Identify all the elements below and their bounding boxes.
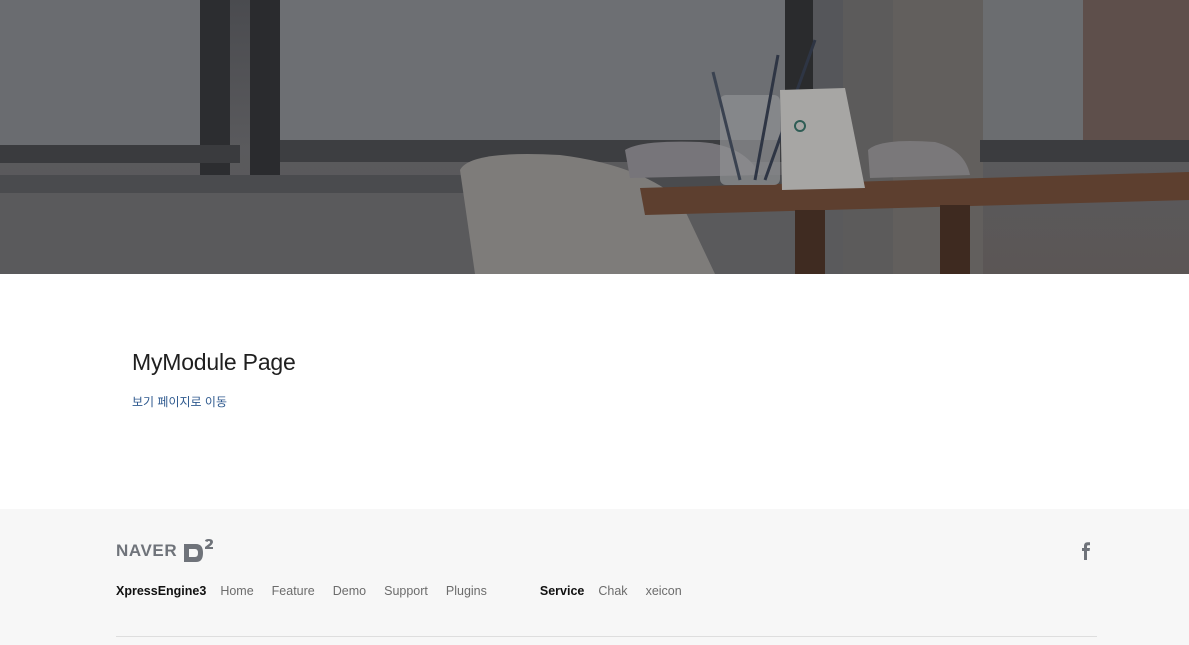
footer-divider [116, 636, 1097, 637]
footer-navigation: XpressEngine3 Home Feature Demo Support … [116, 584, 700, 598]
footer-link-plugins[interactable]: Plugins [446, 584, 487, 598]
d2-logo-mark-icon [184, 539, 214, 562]
nav-group-heading: Service [539, 584, 585, 598]
office-photo-illustration [0, 0, 1189, 274]
footer-link-feature[interactable]: Feature [272, 584, 315, 598]
brand-word: NAVER [116, 541, 178, 560]
page-title: MyModule Page [132, 349, 296, 375]
footer-link-home[interactable]: Home [220, 584, 253, 598]
footer-link-demo[interactable]: Demo [333, 584, 366, 598]
view-page-link[interactable]: 보기 페이지로 이동 [132, 393, 227, 410]
nav-group-heading: XpressEngine3 [116, 584, 207, 598]
footer-link-chak[interactable]: Chak [598, 584, 627, 598]
naver-d2-logo[interactable]: NAVER [116, 539, 215, 563]
main-content: MyModule Page 보기 페이지로 이동 [132, 274, 1032, 509]
nav-group-xpressengine3: XpressEngine3 Home Feature Demo Support … [116, 584, 505, 598]
footer-link-support[interactable]: Support [384, 584, 428, 598]
nav-group-service: Service Chak xeicon [540, 584, 700, 598]
facebook-icon[interactable] [1079, 542, 1093, 560]
site-footer: NAVER XpressEngine3 Home Feature Demo Su… [0, 509, 1189, 645]
footer-link-xeicon[interactable]: xeicon [646, 584, 682, 598]
hero-banner-image [0, 0, 1189, 274]
